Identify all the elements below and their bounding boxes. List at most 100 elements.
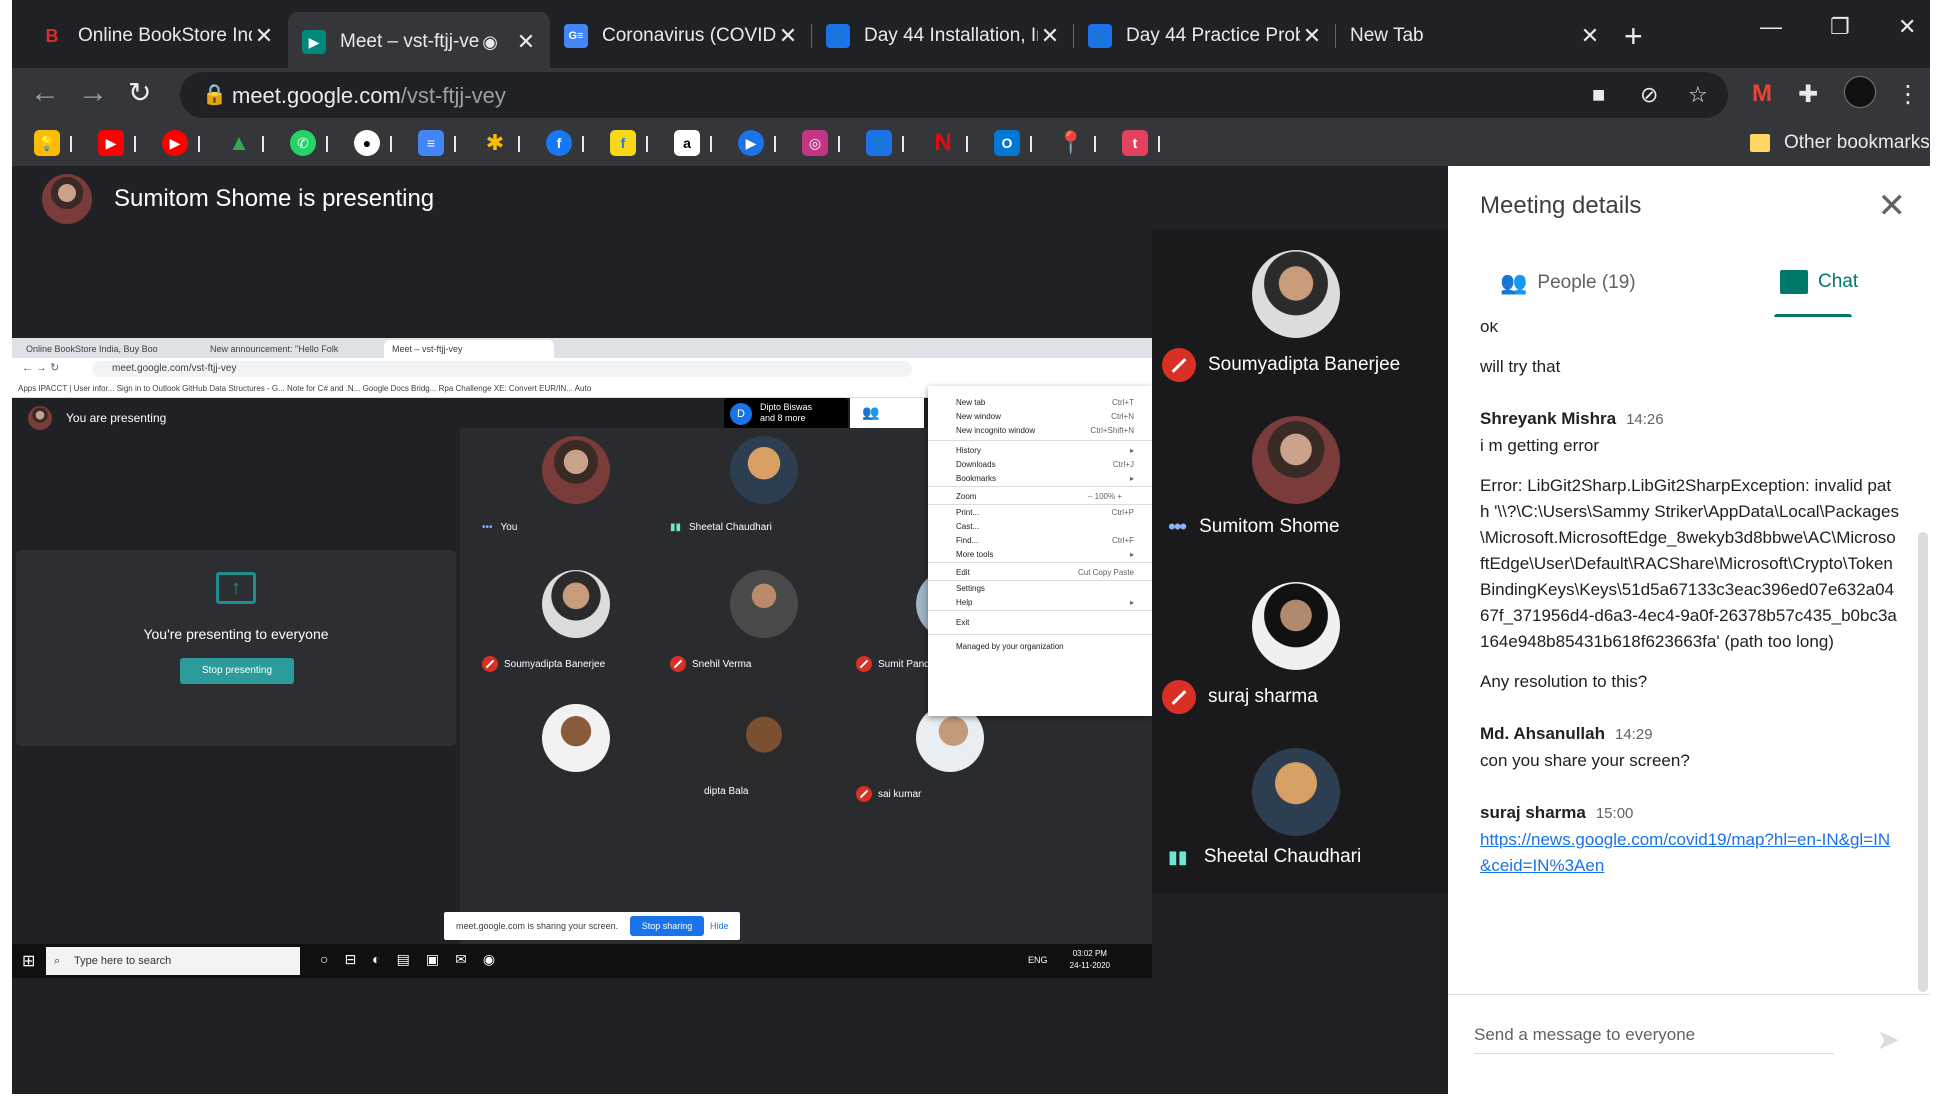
close-tab-icon[interactable]: ✕ [252,23,276,49]
forward-icon[interactable]: → [78,76,108,110]
shared-toolbar: ← → ↻ meet.google.com/vst-ftjj-vey [12,358,1152,380]
whatsapp-icon[interactable]: ✆ [290,130,316,156]
facebook-icon[interactable]: f [546,130,572,156]
other-bookmarks-label: Other bookmarks [1784,132,1930,153]
close-tab-icon[interactable]: ✕ [1578,23,1602,49]
chat-scrollbar[interactable] [1918,532,1928,992]
message-text[interactable]: i m getting error [1480,433,1900,459]
chat-message: suraj sharma 15:00 https://news.google.c… [1480,800,1900,879]
tab-new-tab[interactable]: New Tab ✕ [1336,12,1614,60]
message-sender: Md. Ahsanullah [1480,724,1605,743]
star-icon[interactable]: ☆ [1688,82,1708,108]
avatar [1252,416,1340,504]
participant-tile[interactable]: Soumyadipta Banerjee [1152,230,1448,396]
panel-title: Meeting details [1480,192,1642,219]
participant-name: Soumyadipta Banerjee [504,658,606,670]
participant-tile: ▮▮ Sheetal Chaudhari [664,436,864,566]
close-window-icon[interactable]: ✕ [1898,14,1916,40]
message-text[interactable]: Any resolution to this? [1480,669,1900,695]
chat-message: ok [1480,322,1900,340]
camera-icon[interactable]: ■ [1592,82,1605,108]
reload-icon[interactable]: ↻ [128,76,151,109]
minimize-icon[interactable]: — [1760,14,1782,40]
shared-you-presenting: You are presenting [28,406,166,430]
drive-icon[interactable]: ▲ [226,130,252,156]
tumblr-icon[interactable]: t [1122,130,1148,156]
tab-chat[interactable]: Chat [1780,270,1858,294]
gmail-icon[interactable]: M [1752,80,1772,108]
restore-icon[interactable]: ❐ [1830,14,1850,40]
present-icon: ↑ [216,572,256,604]
new-tab-button[interactable]: + [1624,18,1643,55]
tab-day44-practice[interactable]: 👤 Day 44 Practice Prob ✕ [1074,12,1336,60]
tab-coronavirus[interactable]: G≡ Coronavirus (COVID- ✕ [550,12,812,60]
participant-tile[interactable]: ▮▮ Sheetal Chaudhari [1152,728,1448,894]
address-bar[interactable]: 🔒 meet.google.com/vst-ftjj-vey ■ ⊘ ☆ [180,72,1728,118]
presenter-label: Sumitom Shome is presenting [114,185,435,212]
participant-tile[interactable]: suraj sharma [1152,562,1448,728]
other-bookmarks[interactable]: Other bookmarks [1750,132,1930,154]
classroom-icon[interactable]: 👤 [866,130,892,156]
menu-item: Print... [956,508,980,517]
youtube-icon[interactable]: ▶ [98,130,124,156]
tab-meet[interactable]: ▶ Meet – vst-ftjj-ve ◉ ✕ [288,12,550,72]
close-tab-icon[interactable]: ✕ [1300,23,1324,49]
chat-message: Shreyank Mishra 14:26 i m getting error … [1480,406,1900,695]
lock-icon: 🔒 [202,84,227,106]
pill-name: Dipto Biswas [760,402,813,412]
dots-icon: ••• [482,522,493,533]
profile-avatar[interactable] [1844,76,1876,108]
avatar [542,704,610,772]
extensions-icon[interactable]: ✚ [1798,80,1818,109]
menu-item: Find... [956,536,979,545]
message-time: 15:00 [1595,805,1634,822]
flipkart-icon[interactable]: f [610,130,636,156]
meet-icon: ▶ [302,30,326,54]
participant-tile[interactable]: ••• Sumitom Shome [1152,396,1448,562]
maps-icon[interactable]: 📍 [1057,130,1084,156]
classroom-icon: 👤 [1088,24,1112,48]
tab-strip: B Online BookStore Ind ✕ ▶ Meet – vst-ft… [12,0,1930,72]
hide-eye-icon[interactable]: ⊘ [1640,82,1658,108]
docs-icon[interactable]: ≡ [418,130,444,156]
message-link[interactable]: https://news.google.com/covid19/map?hl=e… [1480,830,1890,875]
search-icon: ⌕ [54,955,61,967]
shared-tab: Meet – vst-ftjj-vey [384,340,554,358]
menu-icon[interactable]: ⋮ [1896,80,1920,109]
amazon-icon[interactable]: a [674,130,700,156]
mic-off-icon [856,656,872,672]
tab-bookstore[interactable]: B Online BookStore Ind ✕ [26,12,288,60]
instagram-icon[interactable]: ◎ [802,130,828,156]
youtube-music-icon[interactable]: ▶ [162,130,188,156]
close-tab-icon[interactable]: ✕ [514,29,538,55]
close-tab-icon[interactable]: ✕ [1038,23,1062,49]
message-text[interactable]: con you share your screen? [1480,748,1900,774]
pill-more: and 8 more [760,413,806,423]
tab-day44-installation[interactable]: 👤 Day 44 Installation, Ir ✕ [812,12,1074,60]
tab-people[interactable]: 👥 People (19) [1500,270,1636,296]
chat-input-area: Send a message to everyone ➤ [1448,994,1930,1094]
netflix-icon[interactable]: N [930,129,956,156]
participant-tile: dipta Bala [664,704,864,834]
shared-url: meet.google.com/vst-ftjj-vey [92,361,912,377]
chat-messages: ok will try that Shreyank Mishra 14:26 i… [1480,322,1900,978]
outlook-icon[interactable]: O [994,130,1020,156]
menu-shortcut: ▸ [1129,598,1134,607]
chat-input[interactable]: Send a message to everyone [1474,1025,1834,1054]
menu-shortcut: ▸ [1129,474,1134,483]
keep-icon[interactable]: 💡 [34,130,60,156]
message-text[interactable]: Error: LibGit2Sharp.LibGit2SharpExceptio… [1480,473,1900,655]
avatar [730,570,798,638]
send-icon[interactable]: ➤ [1877,1023,1900,1056]
participant-name: You [500,522,518,533]
play-icon[interactable]: ▶ [738,130,764,156]
shared-tab-strip: Online BookStore India, Buy Boo New anno… [12,338,1152,358]
close-panel-icon[interactable]: ✕ [1878,186,1907,226]
tab-title: Coronavirus (COVID- [602,25,776,46]
participant-tile: sai kumar [850,704,1050,834]
github-icon[interactable]: ● [354,130,380,156]
close-tab-icon[interactable]: ✕ [776,23,800,49]
photos-icon[interactable]: ✱ [482,130,508,156]
dots-icon: ••• [1168,514,1187,539]
back-icon[interactable]: ← [30,76,60,110]
